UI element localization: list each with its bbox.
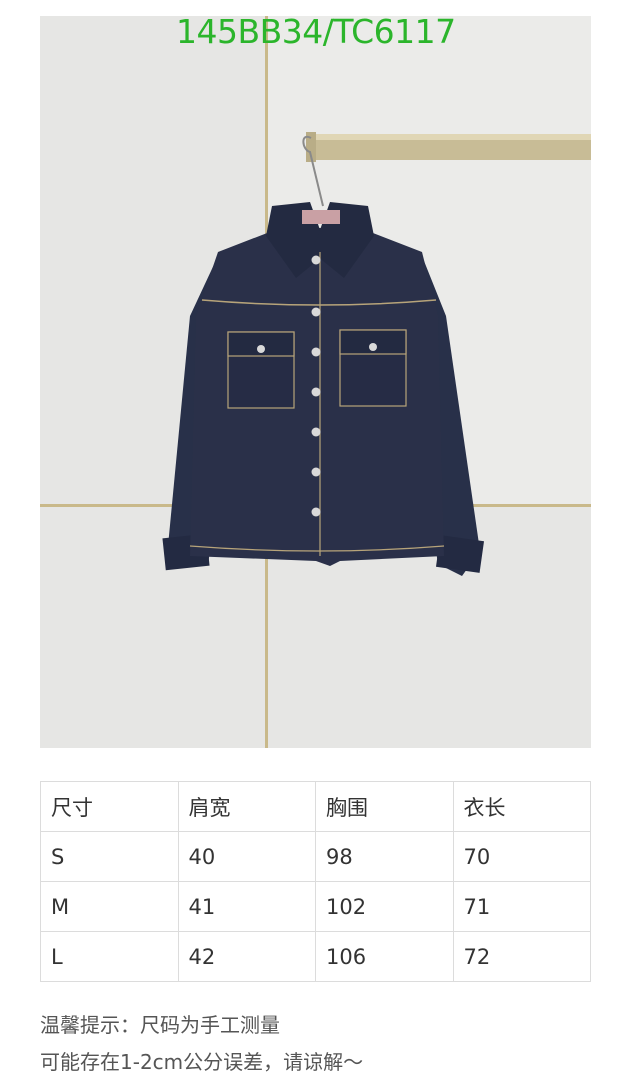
header-cell: 肩宽 — [177, 781, 316, 832]
table-cell: 40 — [177, 831, 316, 882]
denim-shirt-photo — [40, 16, 591, 748]
table-row: L 42 106 72 — [40, 931, 591, 982]
table-cell: S — [40, 831, 179, 882]
table-cell: 71 — [452, 881, 591, 932]
table-cell: 42 — [177, 931, 316, 982]
product-code: 145BB34/TC6117 — [176, 12, 456, 51]
header-cell: 衣长 — [452, 781, 591, 832]
table-cell: 41 — [177, 881, 316, 932]
table-cell: 102 — [315, 881, 454, 932]
table-cell: 106 — [315, 931, 454, 982]
table-row: M 41 102 71 — [40, 881, 591, 932]
table-row: S 40 98 70 — [40, 831, 591, 882]
measurement-note: 温馨提示：尺码为手工测量 — [40, 1013, 280, 1037]
table-cell: M — [40, 881, 179, 932]
header-cell: 尺寸 — [40, 781, 179, 832]
table-cell: 72 — [452, 931, 591, 982]
product-photo — [40, 16, 591, 748]
size-table: 尺寸 肩宽 胸围 衣长 S 40 98 70 M 41 102 71 L 42 … — [40, 781, 591, 982]
tolerance-note: 可能存在1-2cm公分误差，请谅解～ — [40, 1050, 364, 1074]
header-cell: 胸围 — [315, 781, 454, 832]
table-cell: 98 — [315, 831, 454, 882]
table-cell: L — [40, 931, 179, 982]
table-cell: 70 — [452, 831, 591, 882]
table-header-row: 尺寸 肩宽 胸围 衣长 — [40, 781, 591, 832]
